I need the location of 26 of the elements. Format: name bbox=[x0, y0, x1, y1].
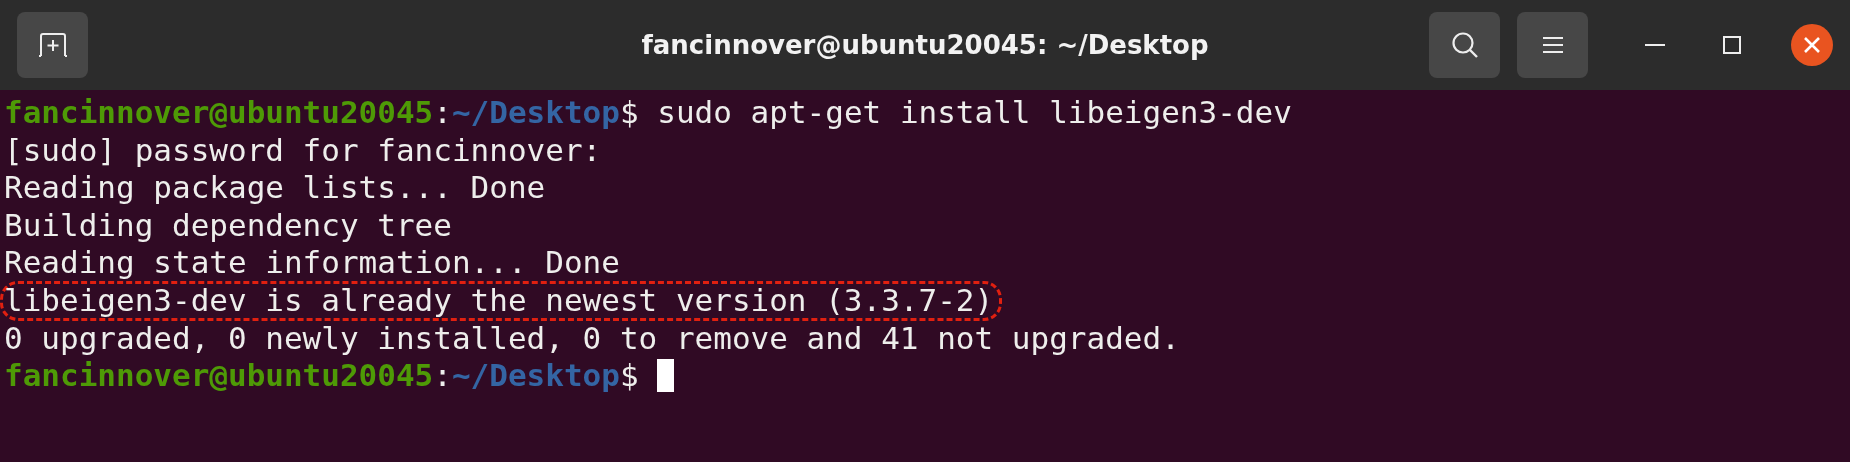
output-line: Building dependency tree bbox=[4, 206, 452, 245]
close-icon bbox=[1803, 36, 1821, 54]
prompt-user-host: fancinnover@ubuntu20045 bbox=[4, 357, 434, 395]
search-icon bbox=[1449, 30, 1480, 60]
menu-icon bbox=[1540, 35, 1565, 55]
prompt-symbol: $ bbox=[619, 357, 639, 395]
maximize-icon bbox=[1723, 36, 1741, 54]
output-line: [sudo] password for fancinnover: bbox=[4, 131, 602, 170]
prompt-separator: : bbox=[433, 357, 452, 395]
command-text: sudo apt-get install libeigen3-dev bbox=[656, 94, 1292, 132]
menu-button[interactable] bbox=[1517, 12, 1588, 78]
new-tab-button[interactable] bbox=[17, 12, 88, 78]
prompt-symbol: $ bbox=[619, 94, 639, 132]
search-button[interactable] bbox=[1429, 12, 1500, 78]
prompt-user-host: fancinnover@ubuntu20045 bbox=[4, 94, 434, 132]
close-button[interactable] bbox=[1791, 24, 1833, 66]
output-line: 0 upgraded, 0 newly installed, 0 to remove and 41 not upgraded. bbox=[4, 319, 1180, 358]
output-line: libeigen3-dev is already the newest version (3.3.7-2) bbox=[4, 281, 994, 320]
prompt-path: ~/Desktop bbox=[451, 357, 620, 395]
window-title: fancinnover@ubuntu20045: ~/Desktop bbox=[641, 30, 1209, 60]
output-line: Reading state information... Done bbox=[4, 244, 620, 282]
prompt-path: ~/Desktop bbox=[451, 94, 620, 132]
output-line: Reading package lists... Done bbox=[4, 169, 546, 207]
prompt-separator: : bbox=[433, 94, 452, 132]
minimize-icon bbox=[1645, 43, 1665, 47]
new-tab-icon bbox=[37, 31, 68, 59]
